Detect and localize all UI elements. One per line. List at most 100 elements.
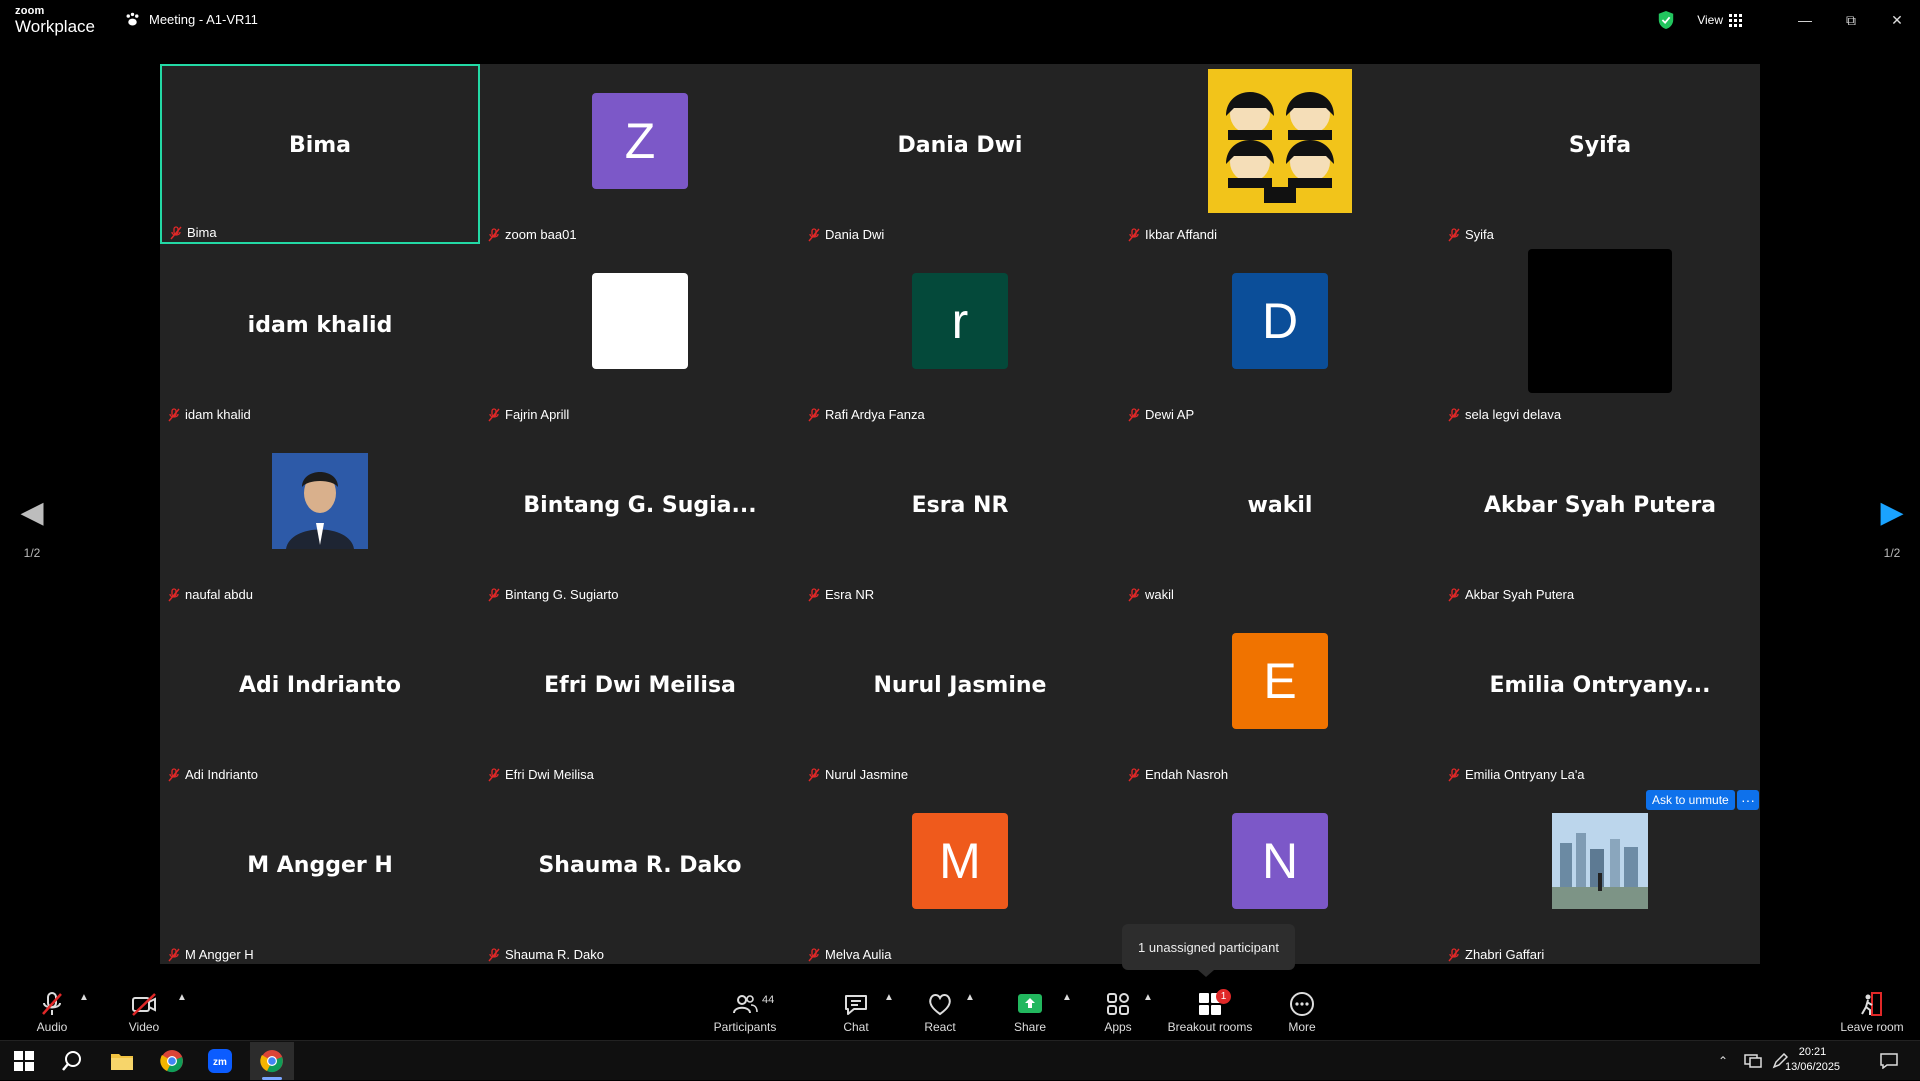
participant-name-label: Dania Dwi <box>808 227 884 242</box>
tray-overflow-icon[interactable]: ⌃ <box>1718 1041 1728 1081</box>
avatar <box>592 273 688 370</box>
participant-tile[interactable]: Nurul Jasmine Nurul Jasmine <box>800 604 1120 784</box>
ask-to-unmute-button[interactable]: Ask to unmute <box>1646 790 1735 810</box>
participant-tile[interactable]: Akbar Syah Putera Akbar Syah Putera <box>1440 424 1760 604</box>
brand-small: zoom <box>15 5 45 17</box>
participant-name-label: Bima <box>170 225 217 240</box>
breakout-label: Breakout rooms <box>1167 1020 1253 1034</box>
file-explorer-icon[interactable] <box>108 1047 136 1075</box>
notifications-icon[interactable] <box>1880 1041 1898 1081</box>
mic-muted-icon <box>168 767 180 781</box>
participant-tile[interactable]: Bima Bima <box>160 64 480 244</box>
next-page-button[interactable]: ▶ 1/2 <box>1872 498 1912 561</box>
video-gallery: Bima Bima Zzoom baa01 Dania Dwi Dania Dwi Ikb… <box>160 64 1760 964</box>
breakout-badge: 1 <box>1216 989 1231 1004</box>
participant-name: Dania Dwi <box>825 227 885 242</box>
participant-name-label: Adi Indrianto <box>168 767 258 782</box>
shield-icon[interactable] <box>1657 10 1675 30</box>
minimize-button[interactable]: — <box>1782 0 1828 40</box>
participant-name-label: Esra NR <box>808 587 874 602</box>
chat-caret-icon[interactable]: ▲ <box>884 992 894 1003</box>
zoom-app-icon[interactable]: zm <box>206 1047 234 1075</box>
participant-tile[interactable]: Syifa Syifa <box>1440 64 1760 244</box>
chrome-icon[interactable] <box>158 1047 186 1075</box>
chrome-active-icon[interactable] <box>258 1047 286 1075</box>
leave-room-button[interactable]: Leave room <box>1836 980 1908 1040</box>
participant-name-label: Efri Dwi Meilisa <box>488 767 594 782</box>
heart-icon <box>929 994 951 1016</box>
participant-tile[interactable]: naufal abdu <box>160 424 480 604</box>
participants-label: Participants <box>713 1020 777 1034</box>
breakout-rooms-button[interactable]: Breakout rooms <box>1164 980 1256 1040</box>
participant-tile[interactable]: E Endah Nasroh <box>1120 604 1440 784</box>
participant-name-label: Shauma R. Dako <box>488 947 604 962</box>
participant-name: Adi Indrianto <box>185 767 258 782</box>
breakout-tooltip: 1 unassigned participant <box>1122 924 1295 977</box>
clock-date: 13/06/2025 <box>1785 1061 1841 1073</box>
react-caret-icon[interactable]: ▲ <box>965 992 975 1003</box>
participant-tile[interactable]: Efri Dwi Meilisa Efri Dwi Meilisa <box>480 604 800 784</box>
view-button[interactable]: View <box>1697 13 1742 27</box>
participant-tile[interactable]: M Melva Aulia <box>800 784 1120 964</box>
mic-muted-icon <box>168 407 180 421</box>
search-icon[interactable] <box>58 1047 86 1075</box>
prev-page-button[interactable]: ◀ 1/2 <box>12 498 52 561</box>
participant-name-label: sela legvi delava <box>1448 407 1561 422</box>
participant-display-name: Shauma R. Dako <box>538 852 742 878</box>
network-icon[interactable] <box>1744 1041 1762 1081</box>
participant-tile[interactable]: Shauma R. Dako Shauma R. Dako <box>480 784 800 964</box>
participant-tile[interactable]: wakil wakil <box>1120 424 1440 604</box>
page-indicator-left: 1/2 <box>23 546 41 560</box>
chat-icon <box>845 995 867 1015</box>
video-caret-icon[interactable]: ▲ <box>177 992 187 1003</box>
participant-tile[interactable]: Bintang G. Sugia... Bintang G. Sugiarto <box>480 424 800 604</box>
participant-tile[interactable]: Dania Dwi Dania Dwi <box>800 64 1120 244</box>
participant-name: Ikbar Affandi <box>1145 227 1218 242</box>
chat-button[interactable]: Chat <box>836 980 876 1040</box>
title-bar: zoom Workplace Meeting - A1-VR11 View — … <box>0 0 1920 44</box>
mic-muted-icon <box>1448 767 1460 781</box>
participant-tile[interactable]: Esra NR Esra NR <box>800 424 1120 604</box>
apps-caret-icon[interactable]: ▲ <box>1143 992 1153 1003</box>
participant-name: idam khalid <box>185 407 251 422</box>
participant-tile[interactable]: idam khalid idam khalid <box>160 244 480 424</box>
participant-tile[interactable]: Ikbar Affandi <box>1120 64 1440 244</box>
taskbar-clock[interactable]: 20:21 13/06/2025 <box>1785 1045 1840 1075</box>
react-button[interactable]: React <box>920 980 960 1040</box>
participant-display-name: Emilia Ontryany... <box>1489 672 1711 698</box>
participant-tile[interactable]: Emilia Ontryany... Emilia Ontryany La'a <box>1440 604 1760 784</box>
restore-button[interactable]: ⧉ <box>1828 0 1874 40</box>
participants-button[interactable]: Participants <box>710 980 780 1040</box>
participant-tile[interactable]: D Dewi AP <box>1120 244 1440 424</box>
beatles-cover <box>1208 69 1352 214</box>
mic-muted-icon <box>170 225 182 239</box>
video-button[interactable]: Video <box>124 980 164 1040</box>
share-button[interactable]: Share <box>1010 980 1050 1040</box>
participant-tile[interactable]: sela legvi delava <box>1440 244 1760 424</box>
windows-taskbar: zm ⌃ 20:21 13/06/2025 <box>0 1040 1920 1080</box>
participant-name: Nurul Jasmine <box>825 767 909 782</box>
avatar: Z <box>592 93 688 190</box>
participant-name: Fajrin Aprill <box>505 407 570 422</box>
participant-tile[interactable]: M Angger H M Angger H <box>160 784 480 964</box>
tile-more-options-button[interactable]: ··· <box>1737 790 1759 810</box>
participant-tile[interactable]: Zhabri Gaffari <box>1440 784 1760 964</box>
audio-caret-icon[interactable]: ▲ <box>79 992 89 1003</box>
audio-button[interactable]: Audio <box>32 980 72 1040</box>
windows-start-icon[interactable] <box>10 1047 38 1075</box>
participant-name-label: zoom baa01 <box>488 227 577 242</box>
share-caret-icon[interactable]: ▲ <box>1062 992 1072 1003</box>
mic-muted-icon <box>42 992 62 1015</box>
participant-tile[interactable]: Zzoom baa01 <box>480 64 800 244</box>
participant-display-name: Akbar Syah Putera <box>1483 492 1717 518</box>
participant-tile[interactable]: r Rafi Ardya Fanza <box>800 244 1120 424</box>
participant-name-label: Endah Nasroh <box>1128 767 1228 782</box>
participant-tile[interactable]: Fajrin Aprill <box>480 244 800 424</box>
participant-display-name: Esra NR <box>911 492 1009 518</box>
more-button[interactable]: More <box>1282 980 1322 1040</box>
participant-tile[interactable]: Adi Indrianto Adi Indrianto <box>160 604 480 784</box>
apps-button[interactable]: Apps <box>1098 980 1138 1040</box>
participant-name: sela legvi delava <box>1465 407 1562 422</box>
participant-name-label: wakil <box>1128 587 1174 602</box>
close-button[interactable]: ✕ <box>1874 0 1920 40</box>
